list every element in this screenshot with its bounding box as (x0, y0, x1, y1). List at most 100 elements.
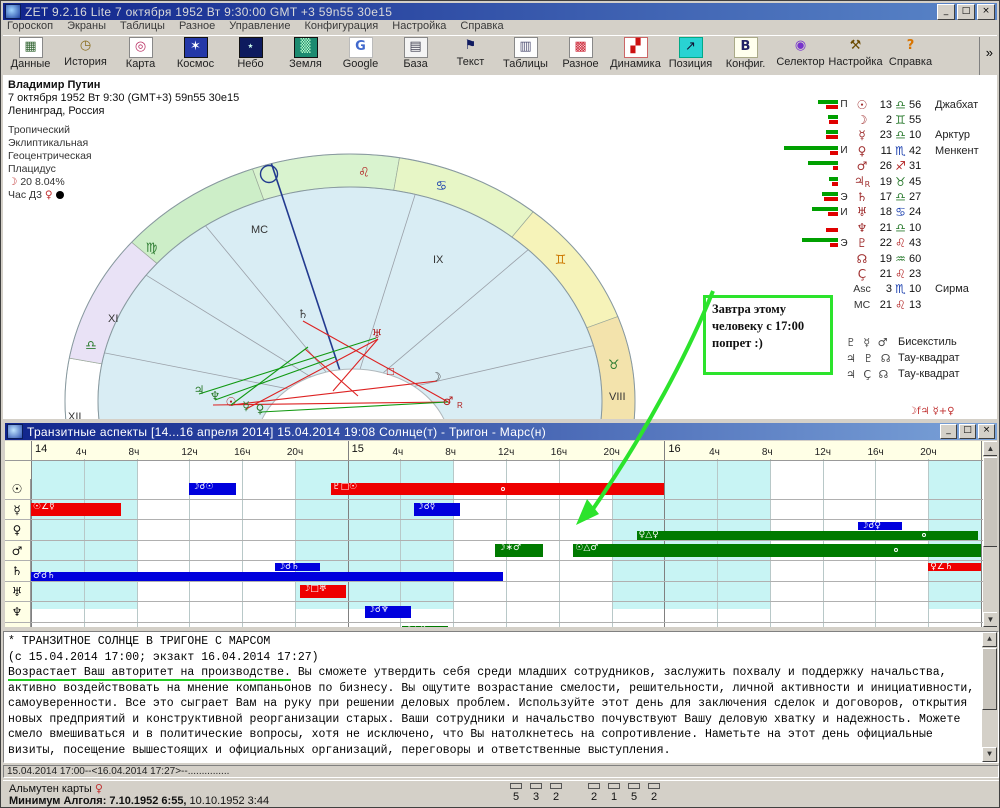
planet-row[interactable]: ☿23♎10Арктур (756, 128, 979, 143)
wheel-planet-glyph: ♄ (298, 307, 309, 321)
aspect-bar[interactable]: ♂☌♄ (31, 572, 503, 581)
transit-minimize-button[interactable]: _ (940, 424, 957, 439)
interpretation-title: * ТРАНЗИТНОЕ СОЛНЦЕ В ТРИГОНЕ С МАРСОМ (8, 634, 978, 650)
moon-icon: ☽ (8, 176, 17, 188)
moon-day-row: ☽ 20 8.04% (8, 176, 239, 189)
toolbar-button-position[interactable]: ↗Позиция (663, 37, 718, 70)
planet-row[interactable]: ♂26♐31 (756, 159, 979, 174)
aspect-bar[interactable]: ☉△♂ (573, 544, 981, 557)
moon-phase-icon (56, 191, 64, 199)
toolbar-button-google[interactable]: GGoogle (333, 37, 388, 70)
wheel-planet-glyph: ♃ (194, 383, 205, 397)
toolbar-button-earth[interactable]: ▒Земля (278, 37, 333, 70)
toolbar-button-sky[interactable]: ⋆Небо (223, 37, 278, 70)
timeline-planet-glyph: ♄ (5, 564, 29, 578)
aspect-bar[interactable]: ☽☌♀ (858, 522, 902, 531)
aspect-bar[interactable]: ☽□♅ (300, 585, 346, 598)
toolbar-button-config[interactable]: BКонфиг. (718, 37, 773, 70)
toolbar-button-dynamics[interactable]: ▞Динамика (608, 37, 663, 70)
toolbar-button-tables[interactable]: ▥Таблицы (498, 37, 553, 70)
highlighted-sentence: Возрастает Ваш авторитет на производстве… (8, 666, 291, 681)
toolbar-button-cosmos[interactable]: ✶Космос (168, 37, 223, 70)
hour-tick-label: 12ч (181, 447, 197, 458)
minimize-button[interactable]: _ (937, 4, 955, 20)
toolbar-button-help[interactable]: ?Справка (883, 37, 938, 68)
menu-item-экраны[interactable]: Экраны (67, 20, 106, 34)
toolbar-label: Текст (443, 56, 498, 68)
toolbar-button-settings[interactable]: ⚒Настройка (828, 37, 883, 68)
hour-tick-label: 4ч (392, 447, 403, 458)
hour-tick-label: 4ч (76, 447, 87, 458)
aspect-bar[interactable]: ☽☌☿ (414, 503, 460, 516)
toolbar-button-selector[interactable]: ◉Селектор (773, 37, 828, 68)
app-icon (5, 4, 21, 19)
aspect-bar[interactable]: ☽∗♇ (402, 626, 448, 627)
aspect-bar[interactable]: ♀△♀ (637, 531, 979, 540)
menu-item-разное[interactable]: Разное (179, 20, 215, 34)
planet-row[interactable]: П☉13♎56Джабхат (756, 97, 979, 112)
hour-tick-label: 12ч (498, 447, 514, 458)
chart-area: □♄♅☽♂R♃♆☉☿♀♎♍♌♋♊♉MCIXVIIIXIXII Владимир … (3, 75, 997, 419)
hour-tick-label: 20ч (287, 447, 303, 458)
exact-aspect-marker (922, 533, 926, 537)
settings-icon: ⚒ (845, 37, 867, 56)
selector-icon: ◉ (790, 37, 812, 56)
menu-item-гороскоп[interactable]: Гороскоп (7, 20, 53, 34)
menu-item-таблицы[interactable]: Таблицы (120, 20, 165, 34)
toolbar-button-table[interactable]: ▦Данные (3, 37, 58, 70)
timeline-scrollbar[interactable]: ▲▼ (983, 441, 997, 627)
aspect-bar[interactable]: ☽☌♄ (275, 563, 320, 572)
toolbar-label: Селектор (773, 56, 828, 68)
maximize-button[interactable]: □ (957, 4, 975, 20)
toolbar-button-history[interactable]: ◷История (58, 37, 113, 68)
timeline-planet-glyph: ☿ (5, 503, 29, 517)
transit-titlebar[interactable]: Транзитные аспекты [14...16 апреля 2014]… (5, 423, 997, 440)
interpretation-scrollbar[interactable]: ▲ ▼ (982, 632, 998, 762)
transit-close-button[interactable]: × (978, 424, 995, 439)
algol-min-bold: Минимум Алголя: 7.10.1952 6:55, (9, 795, 187, 807)
configuration-row: ♃ ♇ ☊Тау-квадрат (846, 350, 959, 366)
google-icon: G (349, 37, 373, 58)
planet-row[interactable]: И♀11♏42Менкент (756, 143, 979, 158)
count-value: 2 (548, 783, 564, 803)
aspect-bar[interactable]: ☽☌☉ (189, 483, 235, 496)
aspect-bar[interactable]: ☽☌♆ (365, 606, 411, 619)
timeline-planet-glyph: ☉ (5, 482, 29, 496)
menu-item-настройка[interactable]: Настройка (392, 20, 446, 34)
planet-row[interactable]: ♃R19♉45 (756, 174, 979, 189)
toolbar-button-base[interactable]: ▤База (388, 37, 443, 70)
wheel-planet-glyph: ☿ (242, 399, 249, 413)
close-button[interactable]: × (977, 4, 995, 20)
toolbar-label: Конфиг. (718, 58, 773, 70)
toolbar-button-map[interactable]: ◎Карта (113, 37, 168, 70)
toolbar-button-text[interactable]: ⚑Текст (443, 37, 498, 68)
toolbar-label: Данные (3, 58, 58, 70)
planet-row[interactable]: ☽2♊55 (756, 112, 979, 127)
timeline-planet-glyph: ♅ (5, 585, 29, 599)
menu-item-справка[interactable]: Справка (460, 20, 503, 34)
planet-row[interactable]: И♅18♋24 (756, 205, 979, 220)
menu-item-управление[interactable]: Управление (229, 20, 290, 34)
status-bar: Альмутен карты ♀ Минимум Алголя: 7.10.19… (3, 780, 999, 807)
toolbar-button-misc[interactable]: ▩Разное (553, 37, 608, 70)
planet-row[interactable]: ♆21♎10 (756, 220, 979, 235)
planet-row[interactable]: ☊19♒60 (756, 251, 979, 266)
aspect-bar[interactable]: ☽∗♂ (495, 544, 543, 557)
planet-positions-table: П☉13♎56Джабхат☽2♊55☿23♎10АрктурИ♀11♏42Ме… (756, 97, 979, 312)
planet-row[interactable]: Э♄17♎27 (756, 189, 979, 204)
aspect-bar[interactable]: ♀∠♄ (928, 563, 981, 572)
transit-maximize-button[interactable]: □ (959, 424, 976, 439)
menu-item-конфигурация[interactable]: Конфигурация (304, 20, 378, 34)
planet-row[interactable]: Ç21♌23 (756, 266, 979, 281)
aspect-bar[interactable]: ☉∠☿ (31, 503, 121, 516)
aspect-bar[interactable]: ♇□☉ (331, 483, 665, 496)
toolbar-overflow-button[interactable]: » (979, 37, 997, 76)
chart-setting: Тропический (8, 124, 239, 137)
zodiac-sign-glyph: ♋ (435, 179, 447, 194)
planet-row[interactable]: Э♇22♌43 (756, 236, 979, 251)
wheel-planet-glyph: ♆ (210, 389, 221, 403)
chart-settings-list: ТропическийЭклиптикальнаяГеоцентрическая… (8, 124, 239, 176)
zet-main-window: ZET 9.2.16 Lite 7 октября 1952 Вт 9:30:0… (0, 0, 1000, 808)
hour-tick-label: 12ч (815, 447, 831, 458)
hour-tick-label: 4ч (709, 447, 720, 458)
